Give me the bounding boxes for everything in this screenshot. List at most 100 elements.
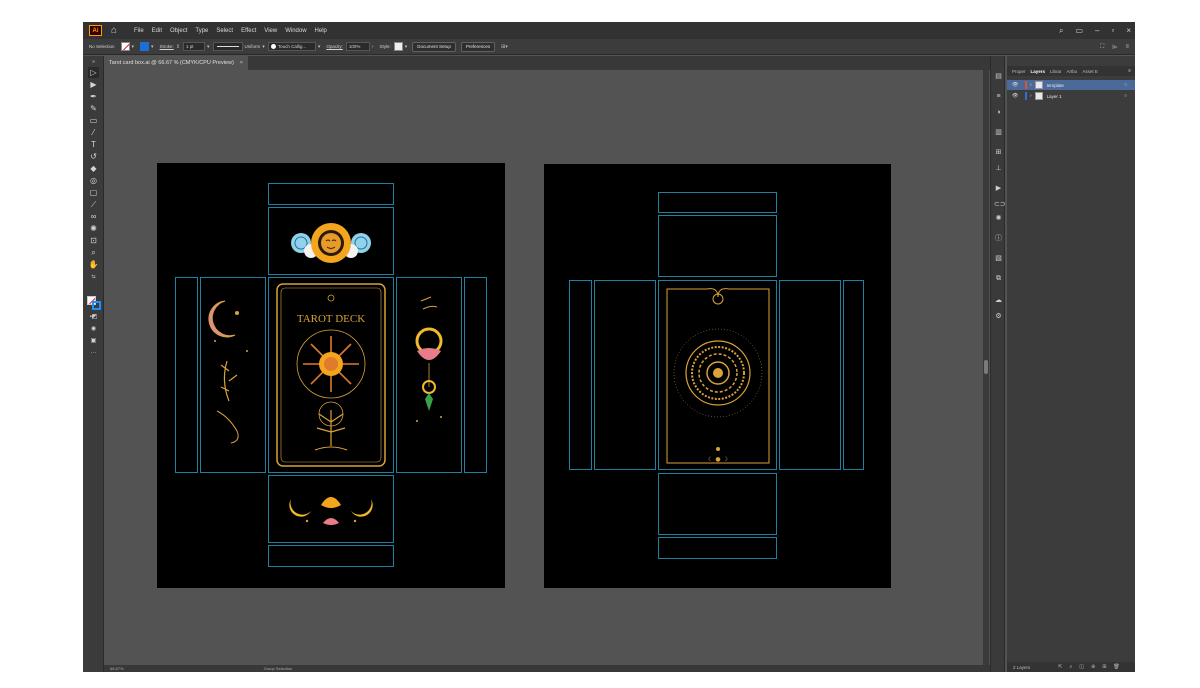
menu-window[interactable]: Window — [285, 28, 306, 34]
minimize-icon[interactable]: – — [1095, 22, 1099, 39]
actions-icon[interactable]: ▶ — [994, 184, 1003, 193]
menu-select[interactable]: Select — [216, 28, 233, 34]
opacity-label[interactable]: Opacity: — [326, 44, 343, 49]
stroke-label[interactable]: Stroke: — [160, 44, 174, 49]
layer-name[interactable]: template — [1047, 83, 1064, 88]
menu-edit[interactable]: Edit — [152, 28, 162, 34]
expand-chevron-icon[interactable]: › — [1030, 93, 1032, 99]
tab-artboards[interactable]: Artbo — [1067, 69, 1078, 74]
stroke-swatch[interactable] — [140, 42, 150, 51]
opacity-field[interactable]: 100% — [345, 42, 370, 51]
layer-row-template[interactable]: 👁 › template ○ — [1007, 80, 1135, 90]
zoom-level[interactable]: 66.67% — [110, 666, 124, 671]
search-icon[interactable]: ⌕ — [1059, 22, 1063, 39]
libraries-icon[interactable]: ☁ — [994, 296, 1003, 305]
image-trace-icon[interactable]: ▧ — [994, 254, 1003, 263]
stroke-icon[interactable]: ≡ — [994, 92, 1003, 101]
artboard-back[interactable]: ☾ ● ☽ — [544, 164, 891, 588]
stepper-icon[interactable]: ⇕ — [176, 44, 180, 50]
tab-layers[interactable]: Layers — [1031, 69, 1046, 74]
brush-field[interactable]: Touch Callig... — [267, 42, 316, 51]
target-circle-icon[interactable]: ○ — [1124, 82, 1127, 88]
info-icon[interactable]: ⓘ — [994, 234, 1003, 243]
tab-properties[interactable]: Proper — [1012, 69, 1026, 74]
selection-tool-icon[interactable]: ▷ — [88, 67, 99, 78]
gradient-tool-icon[interactable]: ▢ — [88, 187, 99, 198]
close-tab-icon[interactable]: × — [240, 60, 243, 66]
layer-name[interactable]: Layer 1 — [1047, 94, 1062, 99]
symbol-sprayer-tool-icon[interactable]: ✺ — [88, 223, 99, 234]
pen-tool-icon[interactable]: ✒ — [88, 91, 99, 102]
paintbrush-tool-icon[interactable]: ⁄ — [88, 127, 99, 138]
chevron-down-icon[interactable]: ▾ — [207, 44, 210, 50]
align-icon[interactable]: ⊥ — [994, 164, 1003, 173]
panel-menu-icon[interactable]: ≡ — [1125, 44, 1129, 50]
menu-help[interactable]: Help — [315, 28, 327, 34]
rotate-tool-icon[interactable]: ↺ — [88, 151, 99, 162]
screen-mode-icon[interactable]: ▣ — [88, 336, 99, 347]
pathfinder-icon[interactable]: ⧉ — [994, 274, 1003, 283]
expand-chevron-icon[interactable]: › — [1030, 82, 1032, 88]
swap-colors-icon[interactable]: ⇆ — [88, 272, 99, 283]
type-tool-icon[interactable]: T — [88, 139, 99, 150]
hand-tool-icon[interactable]: ✋ — [88, 259, 99, 270]
visibility-eye-icon[interactable]: 👁 — [1012, 93, 1020, 99]
curvature-tool-icon[interactable]: ✎ — [88, 103, 99, 114]
transform-icon[interactable]: ⊞ — [994, 148, 1003, 157]
chevron-down-icon[interactable]: ▾ — [132, 44, 135, 50]
visibility-eye-icon[interactable]: 👁 — [1012, 82, 1020, 88]
layer-row-layer-1[interactable]: 👁 › Layer 1 ○ — [1007, 91, 1135, 101]
chevron-right-icon[interactable]: › — [372, 44, 374, 50]
document-setup-button[interactable]: Document Setup — [412, 41, 456, 52]
edit-toolbar-icon[interactable]: ··· — [88, 348, 99, 359]
properties-icon[interactable]: ▤ — [994, 72, 1003, 81]
new-sublayer-icon[interactable]: ⊕ — [1091, 664, 1095, 670]
menu-file[interactable]: File — [134, 28, 144, 34]
transform-icon[interactable]: ⛶ — [1100, 44, 1104, 51]
draw-mode-icon[interactable]: ◉ — [88, 324, 99, 335]
menu-type[interactable]: Type — [195, 28, 208, 34]
panel-menu-icon[interactable]: ≡ — [1128, 66, 1131, 76]
gradient-icon[interactable]: ▥ — [994, 128, 1003, 137]
eraser-tool-icon[interactable]: ◆ — [88, 163, 99, 174]
links-icon[interactable]: ⊂⊃ — [994, 200, 1006, 209]
clipping-mask-icon[interactable]: ◫ — [1079, 664, 1084, 670]
target-circle-icon[interactable]: ○ — [1124, 93, 1127, 99]
chevron-down-icon[interactable]: ▾ — [405, 44, 408, 50]
chevron-down-icon[interactable]: ▾ — [151, 44, 154, 50]
artboard-front[interactable]: TAROT DECK — [157, 163, 505, 588]
preferences-button[interactable]: Preferences — [460, 41, 496, 52]
symbols-icon[interactable]: ✺ — [994, 214, 1003, 223]
stroke-weight-field[interactable]: 1 pt — [183, 42, 206, 51]
menu-effect[interactable]: Effect — [241, 28, 256, 34]
locate-icon[interactable]: ⌕ — [1069, 664, 1072, 670]
document-tab[interactable]: Tarot card box.ai @ 66.67 % (CMYK/CPU Pr… — [104, 56, 249, 70]
color-mode-icon[interactable]: ▪◩ — [88, 312, 99, 323]
settings-icon[interactable]: ⚙ — [994, 312, 1003, 321]
stroke-color-icon[interactable] — [92, 301, 101, 310]
home-icon[interactable]: ⌂ — [108, 25, 120, 36]
rectangle-tool-icon[interactable]: ▭ — [88, 115, 99, 126]
tab-asset-export[interactable]: Asset E — [1082, 69, 1098, 74]
arrange-docs-icon[interactable]: ⊞▾ — [501, 44, 508, 50]
eyedropper-tool-icon[interactable]: ⟋ — [88, 199, 99, 210]
zoom-tool-icon[interactable]: ⌕ — [88, 247, 99, 258]
chevron-down-icon[interactable]: ▾ — [318, 44, 321, 50]
delete-icon[interactable]: 🗑 — [1113, 664, 1119, 670]
menu-object[interactable]: Object — [170, 28, 187, 34]
close-icon[interactable]: × — [1126, 22, 1131, 39]
variable-width-profile[interactable] — [212, 42, 243, 51]
tab-libraries[interactable]: Librar — [1050, 69, 1062, 74]
canvas[interactable]: TAROT DECK ☾ ● ☽ — [104, 70, 983, 665]
fill-swatch[interactable] — [120, 42, 130, 51]
export-icon[interactable]: ⇱ — [1058, 664, 1062, 670]
artboard-tool-icon[interactable]: ⊡ — [88, 235, 99, 246]
maximize-icon[interactable]: ▫ — [1111, 22, 1114, 39]
profile-label[interactable]: Uniform — [245, 44, 261, 49]
scrollbar-thumb[interactable] — [984, 360, 988, 374]
align-icon[interactable]: ⊫ — [1112, 44, 1117, 51]
appearance-icon[interactable]: ◑ — [994, 108, 1003, 117]
direct-selection-tool-icon[interactable]: ▶ — [88, 79, 99, 90]
menu-view[interactable]: View — [264, 28, 277, 34]
blend-tool-icon[interactable]: ∞ — [88, 211, 99, 222]
